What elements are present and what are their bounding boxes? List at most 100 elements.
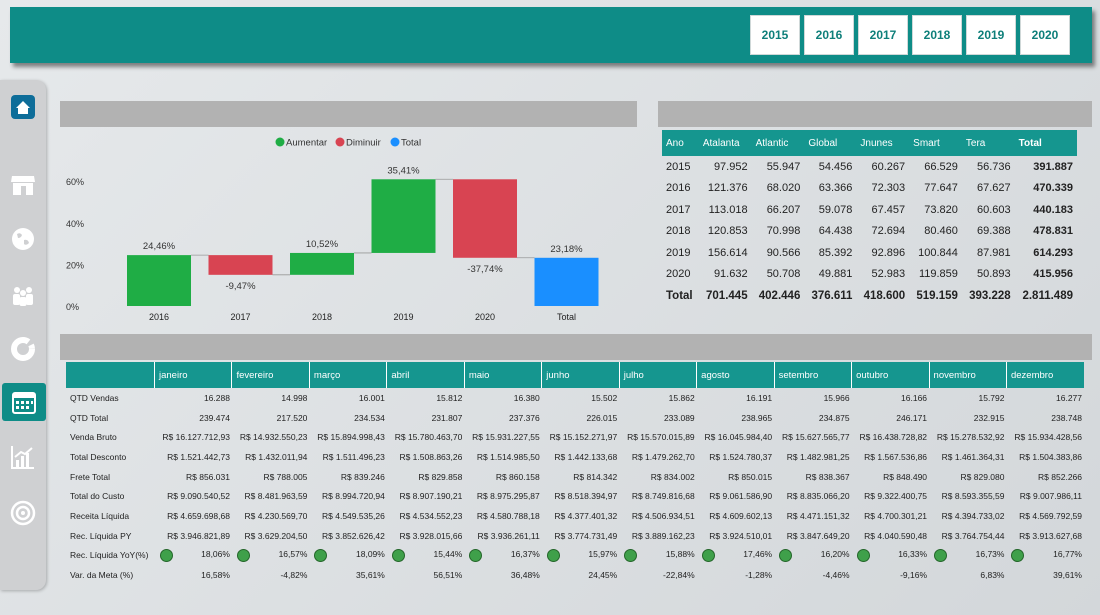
waterfall-section-bar (60, 101, 637, 127)
table-cell: 440.183 (1033, 203, 1073, 216)
table-cell: 15,97% (542, 546, 619, 566)
table-cell: 238.965 (697, 408, 774, 428)
table-row: Total Desconto R$ 1.521.442,73 R$ 1.432.01… (66, 447, 1084, 467)
store-icon (11, 176, 35, 195)
x-tick-label: 2016 (149, 312, 169, 322)
x-tick-label: 2019 (393, 312, 413, 322)
table-cell: R$ 852.266 (1006, 467, 1084, 487)
donut-chart-icon (11, 337, 35, 361)
nav-clients[interactable] (4, 276, 42, 314)
nav-products[interactable] (4, 330, 42, 368)
year-button-2019[interactable]: 2019 (966, 15, 1016, 55)
table-cell: 6,83% (929, 565, 1006, 585)
table-cell: R$ 4.377.401,32 (542, 506, 619, 526)
table-cell: R$ 4.394.733,02 (929, 506, 1006, 526)
cell-value: 16.380 (513, 392, 540, 403)
table-cell: 120.853 (707, 225, 748, 238)
cell-value: R$ 3.764.754,44 (941, 530, 1005, 541)
cell-value: R$ 4.609.602,13 (709, 510, 773, 521)
table-cell: 69.388 (977, 225, 1011, 238)
legend-label: Aumentar (286, 138, 327, 149)
table-cell: R$ 1.521.442,73 (155, 447, 232, 467)
month-col-header: setembro (773, 362, 852, 388)
cell-value: 233.089 (663, 412, 695, 423)
cell-value: 238.748 (1051, 412, 1082, 423)
row-label: Venda Bruto (70, 432, 117, 443)
y-tick-label: 0% (66, 302, 79, 312)
cell-value: 239.474 (199, 412, 230, 423)
cell-value: R$ 4.377.401,32 (554, 510, 618, 521)
target-icon (10, 500, 36, 526)
table-cell: R$ 834.002 (619, 467, 696, 487)
cell-value: 232.915 (973, 412, 1005, 423)
cell-value: R$ 856.031 (186, 471, 230, 482)
table-cell: 67.457 (871, 203, 906, 216)
table-cell: R$ 9.322.400,75 (852, 486, 929, 506)
cell-value: R$ 1.508.863,26 (399, 451, 463, 462)
year-col-header: Tera (961, 130, 1015, 156)
cell-value: 246.171 (896, 412, 928, 423)
cell-value: 16.191 (746, 392, 773, 403)
nav-stores[interactable] (4, 166, 42, 204)
nav-home[interactable] (4, 88, 42, 126)
table-cell: R$ 9.061.586,90 (697, 486, 774, 506)
total-cell: 393.228 (969, 289, 1011, 302)
year-button-2017[interactable]: 2017 (858, 15, 908, 55)
table-cell: R$ 1.504.383,86 (1006, 447, 1084, 467)
year-col-header: Jnunes (856, 130, 910, 156)
year-button-2015[interactable]: 2015 (750, 15, 800, 55)
nav-regions[interactable] (4, 220, 42, 258)
cell-value: 15,88% (665, 548, 695, 559)
cell-value: R$ 4.471.151,32 (786, 510, 850, 521)
cell-value: 237.376 (509, 412, 540, 423)
cell-value: R$ 16.438.728,82 (859, 432, 928, 443)
cell-value: R$ 1.521.442,73 (167, 451, 230, 462)
cell-value: R$ 829.080 (960, 471, 1005, 482)
month-table-section-bar (60, 334, 1092, 360)
table-cell: 72.694 (871, 225, 906, 238)
table-cell: 231.807 (387, 408, 464, 428)
data-label: -9,47% (225, 281, 256, 292)
cell-value: 24,45% (588, 570, 618, 581)
table-cell: 16.380 (464, 388, 541, 408)
nav-calendar[interactable] (2, 383, 46, 421)
kpi-status-icon (624, 548, 638, 562)
cell-value: 234.534 (354, 412, 385, 423)
table-cell: 16,77% (1006, 546, 1084, 566)
year-col-header: Ano (662, 130, 699, 156)
year-button-2020[interactable]: 2020 (1020, 15, 1070, 55)
cell-value: R$ 3.774.731,49 (554, 530, 618, 541)
year-table: Ano Atalanta Atlantic Global Jnunes Smart Tera… (662, 130, 1077, 307)
total-cell: 519.159 (916, 289, 958, 302)
growth-chart-icon (11, 446, 34, 469)
cell-value: R$ 788.005 (263, 471, 308, 482)
table-cell: 15.862 (619, 388, 696, 408)
table-cell: 16,20% (774, 546, 851, 566)
year-col-header: Global (804, 130, 857, 156)
kpi-status-icon (159, 548, 173, 562)
table-cell: R$ 15.894.998,43 (309, 427, 386, 447)
nav-goals[interactable] (4, 494, 42, 532)
year-button-2016[interactable]: 2016 (804, 15, 854, 55)
cell-value: R$ 3.936.261,11 (477, 530, 540, 541)
cell-value: 16.166 (901, 392, 928, 403)
row-label: QTD Total (70, 412, 109, 423)
nav-performance[interactable] (4, 438, 42, 476)
table-cell: R$ 15.627.565,77 (774, 427, 851, 447)
row-label: Frete Total (70, 471, 111, 482)
table-cell: 15,44% (387, 546, 464, 566)
table-cell: 59.078 (818, 203, 853, 216)
cell-value: -1,28% (745, 570, 773, 581)
cell-value: R$ 14.932.550,23 (239, 432, 308, 443)
table-cell: -4,46% (774, 565, 851, 585)
table-cell: 60.267 (871, 160, 906, 173)
month-col-header: março (308, 362, 387, 388)
cell-value: R$ 1.479.262,70 (631, 451, 695, 462)
table-cell: 234.534 (309, 408, 386, 428)
cell-value: R$ 1.432.011,94 (245, 451, 308, 462)
table-cell: R$ 15.278.532,92 (929, 427, 1006, 447)
table-cell: R$ 3.774.731,49 (542, 526, 619, 546)
year-button-2018[interactable]: 2018 (912, 15, 962, 55)
table-row: 2017 113.018 66.207 59.078 67.457 73.820 60.60… (662, 199, 1077, 221)
row-label: Receita Líquida (70, 510, 130, 521)
